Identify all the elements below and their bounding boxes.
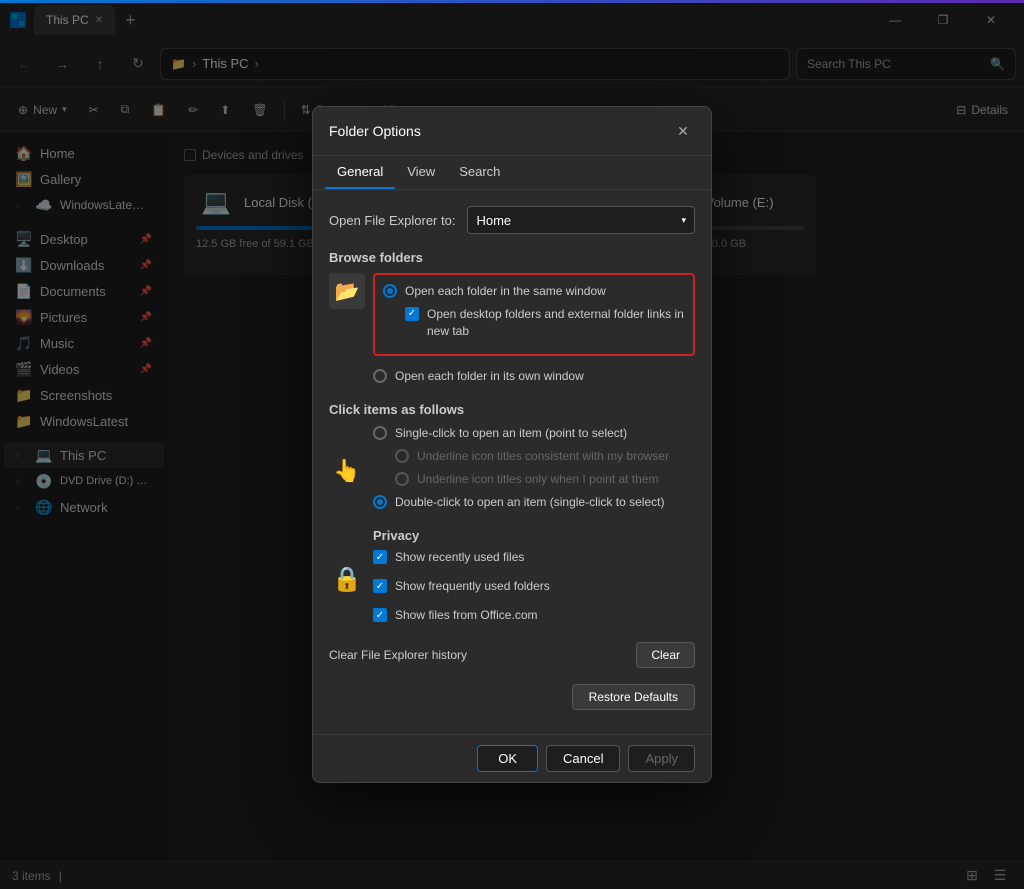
same-window-label: Open each folder in the same window bbox=[405, 283, 606, 300]
folder-options-dialog: Folder Options ✕ General View Search Ope… bbox=[312, 106, 712, 783]
privacy-checkboxes: ✓ Show recently used files ✓ Show freque… bbox=[373, 549, 695, 629]
desktop-links-checkbox[interactable]: ✓ bbox=[405, 307, 419, 321]
single-click-label: Single-click to open an item (point to s… bbox=[395, 425, 627, 442]
recently-used-option: ✓ Show recently used files bbox=[373, 549, 695, 566]
underline-point-radio bbox=[395, 472, 409, 486]
ok-button[interactable]: OK bbox=[477, 745, 538, 772]
own-window-label: Open each folder in its own window bbox=[395, 368, 584, 385]
single-click-option: Single-click to open an item (point to s… bbox=[373, 425, 695, 442]
restore-defaults-button[interactable]: Restore Defaults bbox=[572, 684, 695, 710]
underline-point-option: Underline icon titles only when I point … bbox=[395, 471, 695, 488]
dialog-title: Folder Options bbox=[329, 123, 671, 139]
office-files-checkbox[interactable]: ✓ bbox=[373, 608, 387, 622]
underline-point-label: Underline icon titles only when I point … bbox=[417, 471, 658, 488]
folder-preview-icon: 📂 bbox=[329, 273, 365, 309]
office-files-label: Show files from Office.com bbox=[395, 607, 538, 624]
tab-view[interactable]: View bbox=[395, 156, 447, 189]
same-window-radio[interactable] bbox=[383, 284, 397, 298]
browse-folders-box: Open each folder in the same window ✓ Op… bbox=[373, 273, 695, 355]
clear-button[interactable]: Clear bbox=[636, 642, 695, 668]
underline-browser-radio bbox=[395, 449, 409, 463]
select-chevron-icon: ▾ bbox=[681, 215, 686, 226]
double-click-radio[interactable] bbox=[373, 495, 387, 509]
same-window-option: Open each folder in the same window bbox=[383, 283, 685, 300]
clear-history-row: Clear File Explorer history Clear bbox=[329, 642, 695, 668]
recently-used-label: Show recently used files bbox=[395, 549, 524, 566]
own-window-option: Open each folder in its own window bbox=[373, 368, 695, 385]
dialog-footer: OK Cancel Apply bbox=[313, 734, 711, 782]
single-click-radio[interactable] bbox=[373, 426, 387, 440]
frequently-used-label: Show frequently used folders bbox=[395, 578, 550, 595]
frequently-used-option: ✓ Show frequently used folders bbox=[373, 578, 695, 595]
click-items-heading: Click items as follows bbox=[329, 402, 695, 417]
desktop-links-label: Open desktop folders and external folder… bbox=[427, 306, 685, 340]
modal-overlay: Folder Options ✕ General View Search Ope… bbox=[0, 0, 1024, 889]
desktop-links-option: ✓ Open desktop folders and external fold… bbox=[405, 306, 685, 340]
privacy-icon: 🔒 bbox=[329, 553, 365, 605]
open-explorer-row: Open File Explorer to: Home ▾ bbox=[329, 206, 695, 234]
dialog-tabs: General View Search bbox=[313, 156, 711, 190]
click-items-row: 👆 Single-click to open an item (point to… bbox=[329, 425, 695, 516]
frequently-used-checkbox[interactable]: ✓ bbox=[373, 579, 387, 593]
underline-browser-option: Underline icon titles consistent with my… bbox=[395, 448, 695, 465]
double-click-label: Double-click to open an item (single-cli… bbox=[395, 494, 664, 511]
privacy-heading: Privacy bbox=[373, 528, 695, 543]
open-explorer-label: Open File Explorer to: bbox=[329, 213, 455, 228]
double-click-option: Double-click to open an item (single-cli… bbox=[373, 494, 695, 511]
clear-history-label: Clear File Explorer history bbox=[329, 648, 467, 662]
browse-folders-heading: Browse folders bbox=[329, 250, 695, 265]
underline-browser-label: Underline icon titles consistent with my… bbox=[417, 448, 669, 465]
privacy-section: 🔒 Privacy ✓ Show recently used files ✓ bbox=[329, 528, 695, 629]
tab-search[interactable]: Search bbox=[447, 156, 512, 189]
office-files-option: ✓ Show files from Office.com bbox=[373, 607, 695, 624]
dialog-title-bar: Folder Options ✕ bbox=[313, 107, 711, 156]
recently-used-checkbox[interactable]: ✓ bbox=[373, 550, 387, 564]
restore-defaults-row: Restore Defaults bbox=[329, 684, 695, 710]
click-items-icon: 👆 bbox=[333, 458, 360, 484]
tab-general[interactable]: General bbox=[325, 156, 395, 189]
main-window: This PC ✕ + — ❐ ✕ ← → ↑ ↻ 📁 › This PC › … bbox=[0, 0, 1024, 889]
cancel-button[interactable]: Cancel bbox=[546, 745, 620, 772]
dialog-close-button[interactable]: ✕ bbox=[671, 119, 695, 143]
click-items-section: Click items as follows 👆 Single-click to… bbox=[329, 402, 695, 516]
dialog-body: Open File Explorer to: Home ▾ Browse fol… bbox=[313, 190, 711, 734]
open-explorer-select[interactable]: Home ▾ bbox=[467, 206, 695, 234]
own-window-radio[interactable] bbox=[373, 369, 387, 383]
apply-button[interactable]: Apply bbox=[628, 745, 695, 772]
privacy-row: 🔒 Privacy ✓ Show recently used files ✓ bbox=[329, 528, 695, 629]
